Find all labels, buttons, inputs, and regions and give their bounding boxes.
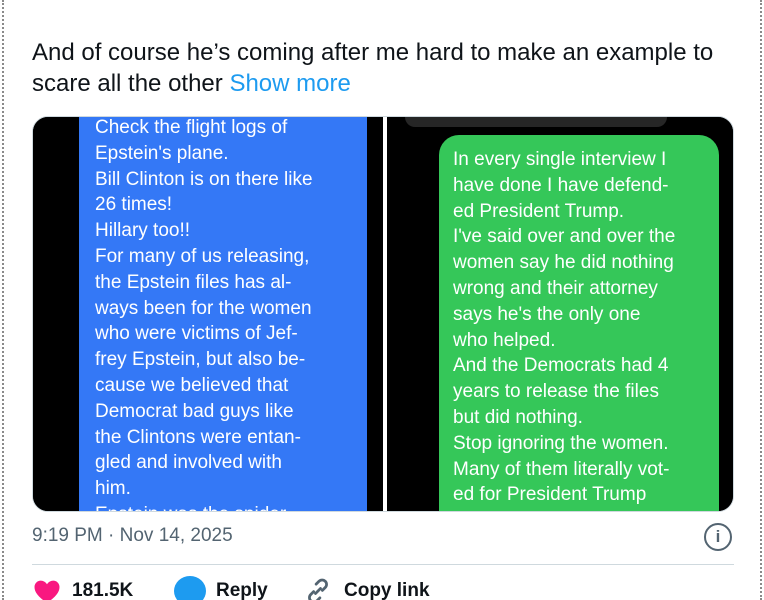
media-attachment[interactable]: Check the flight logs of Epstein's plane… <box>32 116 734 512</box>
reply-label: Reply <box>216 580 268 600</box>
media-image-right[interactable]: In every single interview I have done I … <box>387 117 733 511</box>
divider <box>32 564 734 565</box>
show-more-link[interactable]: Show more <box>229 70 350 97</box>
blue-message-bubble: Check the flight logs of Epstein's plane… <box>79 117 367 511</box>
heart-icon <box>34 580 60 600</box>
tweet-text: And of course he’s coming after me hard … <box>32 37 722 99</box>
copy-link-label: Copy link <box>344 580 430 600</box>
reply-button[interactable]: Reply <box>174 576 268 600</box>
tweet-body: And of course he’s coming after me hard … <box>32 39 714 97</box>
action-bar: 181.5K Reply Copy link <box>32 576 734 600</box>
like-button[interactable]: 181.5K <box>32 576 133 600</box>
media-image-left[interactable]: Check the flight logs of Epstein's plane… <box>33 117 383 511</box>
copy-link-button[interactable]: Copy link <box>302 576 430 600</box>
green-message-bubble: In every single interview I have done I … <box>439 135 719 511</box>
cropped-bubble-fragment <box>405 117 667 127</box>
link-icon <box>308 578 328 600</box>
like-count: 181.5K <box>72 580 134 600</box>
tweet-timestamp[interactable]: 9:19 PM · Nov 14, 2025 <box>32 525 233 547</box>
info-icon[interactable]: i <box>704 523 732 551</box>
reply-icon <box>174 576 206 600</box>
